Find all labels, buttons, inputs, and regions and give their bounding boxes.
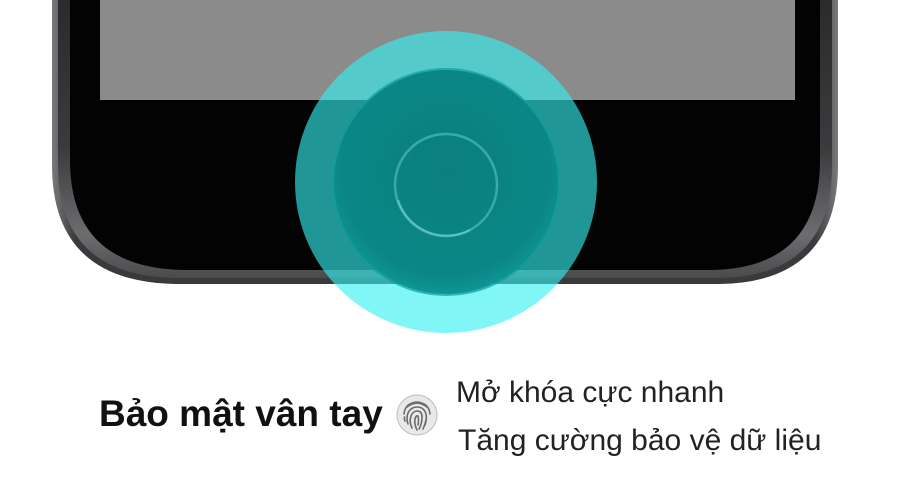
headline-title: Bảo mật vân tay <box>99 393 383 434</box>
home-button-glow <box>334 70 558 294</box>
feature-data-protection: Tăng cường bảo vệ dữ liệu <box>458 424 822 457</box>
promo-banner: Bảo mật vân tay Mở khóa cực nhanh Tăng c… <box>0 0 900 500</box>
feature-fast-unlock: Mở khóa cực nhanh <box>456 376 725 409</box>
fingerprint-icon <box>396 394 438 436</box>
